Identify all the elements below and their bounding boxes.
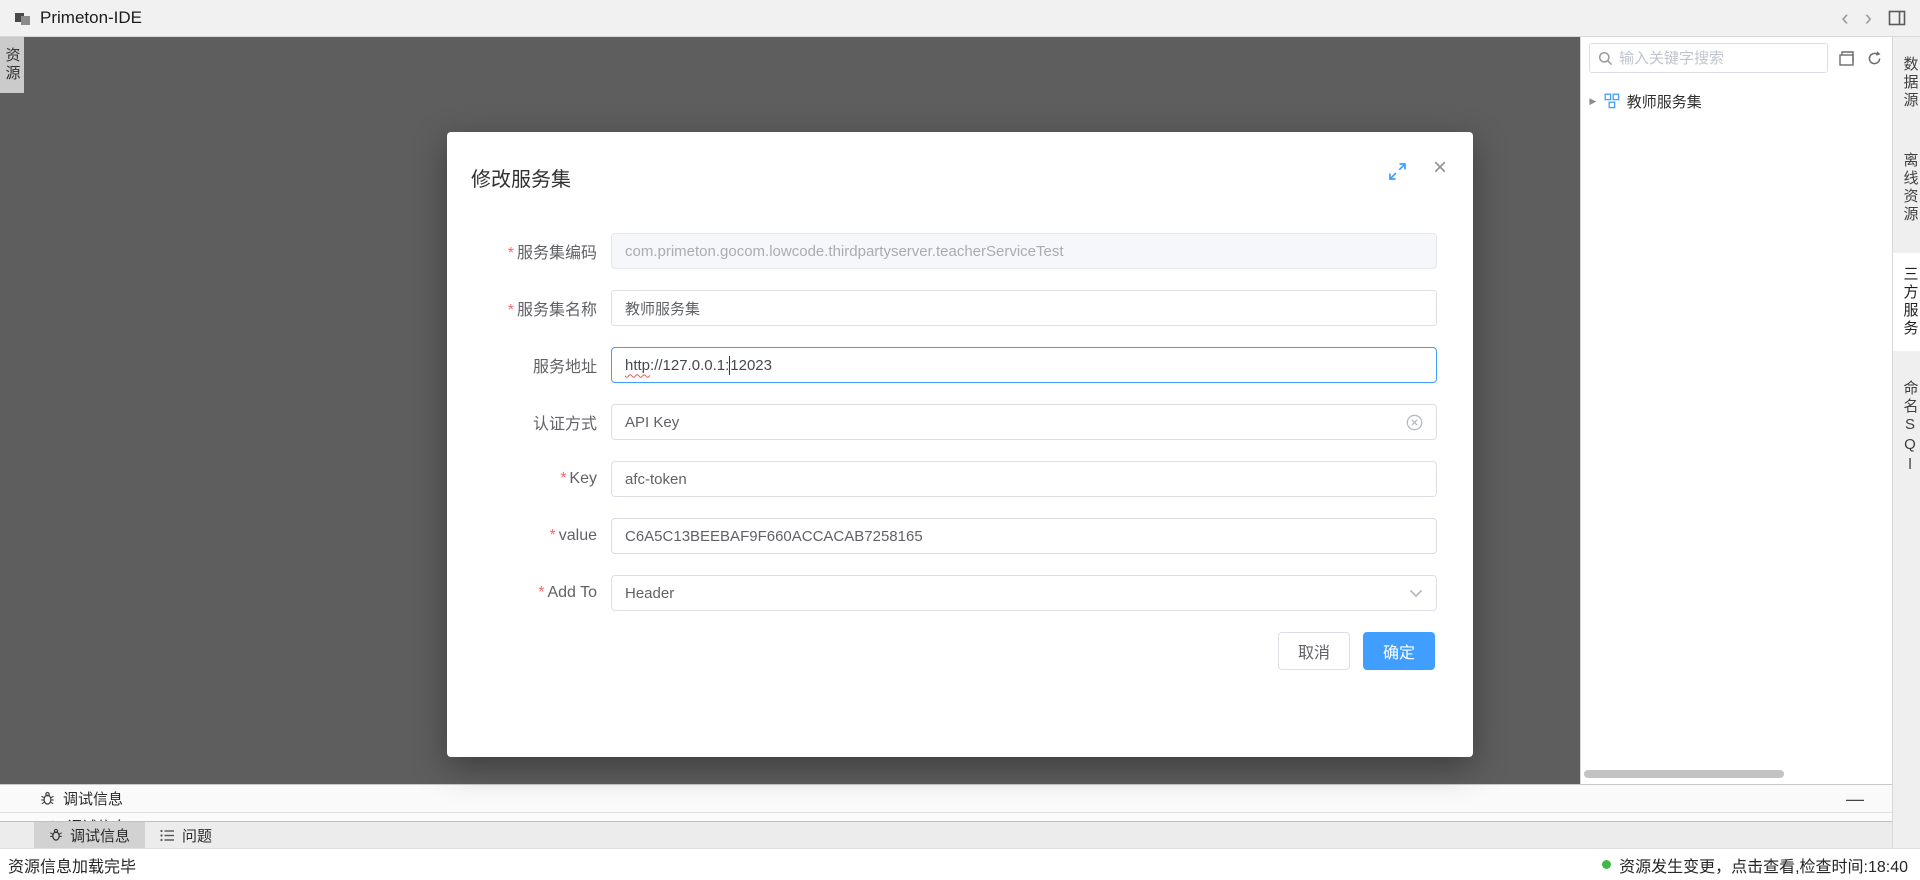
right-tab-named-sql[interactable]: 命名SQl (1893, 367, 1920, 489)
tree-item-service-set[interactable]: ▶ 教师服务集 (1581, 86, 1892, 116)
resource-tree: ▶ 教师服务集 (1581, 78, 1892, 116)
tab-problems[interactable]: 问题 (145, 822, 227, 848)
auth-method-select[interactable]: API Key (611, 404, 1437, 440)
status-right[interactable]: 资源发生变更，点击查看,检查时间:18:40 (1602, 853, 1908, 877)
dialog-form: 服务集编码 服务集名称 服务地址 (447, 233, 1473, 611)
layout-icon[interactable] (1888, 9, 1906, 27)
dialog-title: 修改服务集 (471, 169, 571, 191)
url-scheme-text: http (625, 357, 650, 374)
right-tab-thirdparty-services[interactable]: 三方服务 (1893, 253, 1920, 351)
tab-debug-info-label: 调试信息 (70, 825, 130, 846)
sidebar-tab-resources-label: 资源 (2, 47, 23, 83)
list-icon (160, 829, 175, 842)
right-tab-offline-resources[interactable]: 离线资源 (1893, 139, 1920, 237)
right-tab-datasource[interactable]: 数据源 (1893, 43, 1920, 123)
auth-method-value: API Key (625, 414, 679, 431)
back-icon[interactable]: ‹ (1841, 7, 1848, 29)
horizontal-scrollbar-thumb[interactable] (1584, 770, 1784, 778)
right-tab-named-sql-label: 命名SQl (1902, 380, 1919, 476)
chevron-right-icon[interactable]: ▶ (1589, 96, 1596, 106)
required-asterisk (508, 245, 517, 262)
app-window: Primeton-IDE ‹ › 资源 (0, 0, 1920, 880)
sidebar-tab-resources[interactable]: 资源 (0, 37, 24, 93)
clear-icon[interactable] (1406, 414, 1423, 431)
form-row-service-address: 服务地址 http://127.0.0.1:12023 (447, 347, 1473, 383)
status-left-text: 资源信息加载完毕 (8, 853, 136, 877)
clipped-panel-row: 调试信息 (0, 812, 1892, 821)
right-panel-search-row (1581, 37, 1892, 78)
status-right-text: 资源发生变更，点击查看,检查时间:18:40 (1619, 853, 1908, 877)
titlebar-actions: ‹ › (1841, 7, 1906, 29)
service-group-icon (1604, 93, 1620, 109)
debug-panel-header: 调试信息 — (0, 785, 1892, 812)
field-label-service-set-code: 服务集编码 (447, 239, 597, 263)
add-to-value: Header (625, 585, 674, 602)
field-label-add-to: Add To (447, 584, 597, 602)
add-to-select[interactable]: Header (611, 575, 1437, 611)
tree-item-label: 教师服务集 (1627, 91, 1702, 112)
right-panel: ▶ 教师服务集 (1580, 37, 1892, 784)
debug-panel-title: 调试信息 (63, 788, 123, 809)
key-input[interactable] (611, 461, 1437, 497)
left-sidebar-strip: 资源 (0, 37, 24, 784)
dialog-header: 修改服务集 × (447, 132, 1473, 192)
search-icon (1598, 51, 1613, 66)
field-label-value: value (447, 527, 597, 545)
required-asterisk (508, 302, 517, 319)
collapse-all-icon[interactable] (1836, 48, 1856, 68)
fullscreen-icon[interactable] (1388, 162, 1407, 181)
debug-icon (49, 828, 63, 842)
tab-debug-info[interactable]: 调试信息 (34, 822, 145, 848)
status-bar: 资源信息加载完毕 资源发生变更，点击查看,检查时间:18:40 (0, 848, 1920, 880)
field-label-auth-method: 认证方式 (447, 410, 597, 434)
refresh-icon[interactable] (1864, 48, 1884, 68)
ok-button[interactable]: 确定 (1363, 632, 1435, 670)
search-box[interactable] (1589, 43, 1828, 73)
tab-problems-label: 问题 (182, 825, 212, 846)
value-input[interactable] (611, 518, 1437, 554)
url-mid-text: ://127.0.0.1: (650, 357, 729, 374)
form-row-auth-method: 认证方式 API Key (447, 404, 1473, 440)
field-label-key: Key (447, 470, 597, 488)
cancel-button[interactable]: 取消 (1278, 632, 1350, 670)
clipped-row-label: 调试信息 (67, 816, 127, 821)
right-tab-offline-resources-label: 离线资源 (1902, 152, 1919, 224)
titlebar: Primeton-IDE ‹ › (0, 0, 1920, 37)
field-label-service-set-name: 服务集名称 (447, 296, 597, 320)
chevron-down-icon (1409, 589, 1423, 598)
field-label-service-address: 服务地址 (447, 353, 597, 377)
search-input[interactable] (1619, 50, 1819, 67)
app-logo-icon (14, 10, 31, 27)
forward-icon[interactable]: › (1865, 7, 1872, 29)
bottom-tabs: 调试信息 问题 (0, 821, 1892, 848)
service-set-name-input[interactable] (611, 290, 1437, 326)
form-row-key: Key (447, 461, 1473, 497)
bottom-panel: 调试信息 — 调试信息 调试信息 问题 (0, 784, 1892, 848)
form-row-add-to: Add To Header (447, 575, 1473, 611)
dialog-footer: 取消 确定 (447, 632, 1473, 670)
close-icon[interactable]: × (1433, 156, 1447, 180)
form-row-service-set-code: 服务集编码 (447, 233, 1473, 269)
right-tab-thirdparty-services-label: 三方服务 (1902, 266, 1919, 338)
service-set-code-input (611, 233, 1437, 269)
form-row-service-set-name: 服务集名称 (447, 290, 1473, 326)
minimize-icon[interactable]: — (1846, 790, 1864, 808)
url-end-text: 12023 (730, 357, 772, 374)
service-address-input[interactable]: http://127.0.0.1:12023 (611, 347, 1437, 383)
app-title: Primeton-IDE (40, 8, 142, 28)
debug-icon (40, 791, 55, 806)
status-dot-icon (1602, 860, 1611, 869)
required-asterisk (550, 527, 559, 544)
right-tabstrip: 数据源 离线资源 三方服务 命名SQl (1892, 37, 1920, 848)
right-tab-datasource-label: 数据源 (1902, 56, 1919, 110)
edit-service-set-dialog: 修改服务集 × 服务集编码 服务集名称 (447, 132, 1473, 757)
form-row-value: value (447, 518, 1473, 554)
horizontal-scrollbar (1584, 770, 1886, 778)
debug-icon (46, 820, 59, 821)
